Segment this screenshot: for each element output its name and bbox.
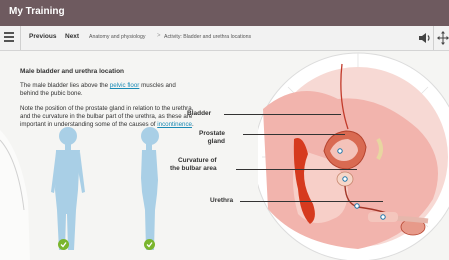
check-icon[interactable]: [144, 239, 155, 250]
hamburger-icon[interactable]: [4, 32, 14, 43]
move-arrows-icon[interactable]: [437, 31, 449, 45]
app-title: My Training: [9, 6, 65, 17]
label-text: the bulbar area: [170, 164, 217, 172]
label-urethra: Urethra: [210, 197, 233, 205]
label-text: Curvature of: [177, 157, 217, 164]
leader-line: [224, 114, 341, 115]
breadcrumb-separator: >: [157, 33, 161, 39]
leader-line: [240, 201, 383, 202]
pelvic-floor-link[interactable]: pelvic floor: [110, 82, 140, 89]
lesson-content: Male bladder and urethra location The ma…: [0, 51, 449, 260]
leader-line: [243, 134, 345, 135]
next-button[interactable]: Next: [65, 33, 79, 40]
leader-line: [236, 169, 357, 170]
label-bulbar-curvature: Curvature of the bulbar area: [170, 157, 217, 172]
breadcrumb-item-activity: Activity: Bladder and urethra locations: [164, 34, 252, 40]
navigation-bar: Previous Next Anatomy and physiology > A…: [0, 26, 449, 51]
lesson-heading: Male bladder and urethra location: [20, 68, 125, 75]
anatomy-illustration: [258, 52, 449, 260]
label-text: Prostate: [199, 130, 226, 137]
label-prostate-gland: Prostate gland: [199, 130, 225, 145]
side-body-figure[interactable]: [141, 127, 159, 250]
divider: [433, 26, 434, 50]
text-span: The male bladder lies above the: [20, 82, 110, 90]
label-text: Bladder: [187, 110, 212, 117]
label-text: gland: [207, 137, 226, 145]
breadcrumb-item-section[interactable]: Anatomy and physiology: [89, 34, 146, 40]
speaker-icon[interactable]: [418, 32, 432, 44]
title-bar: My Training: [0, 0, 449, 26]
label-text: Urethra: [210, 197, 234, 204]
front-body-figure[interactable]: [51, 127, 85, 250]
text-span: .: [192, 121, 194, 129]
check-icon[interactable]: [58, 239, 69, 250]
label-bladder: Bladder: [187, 110, 211, 118]
paragraph-location: The male bladder lies above the pelvic f…: [20, 82, 196, 98]
divider: [20, 26, 21, 50]
previous-button[interactable]: Previous: [29, 33, 56, 40]
